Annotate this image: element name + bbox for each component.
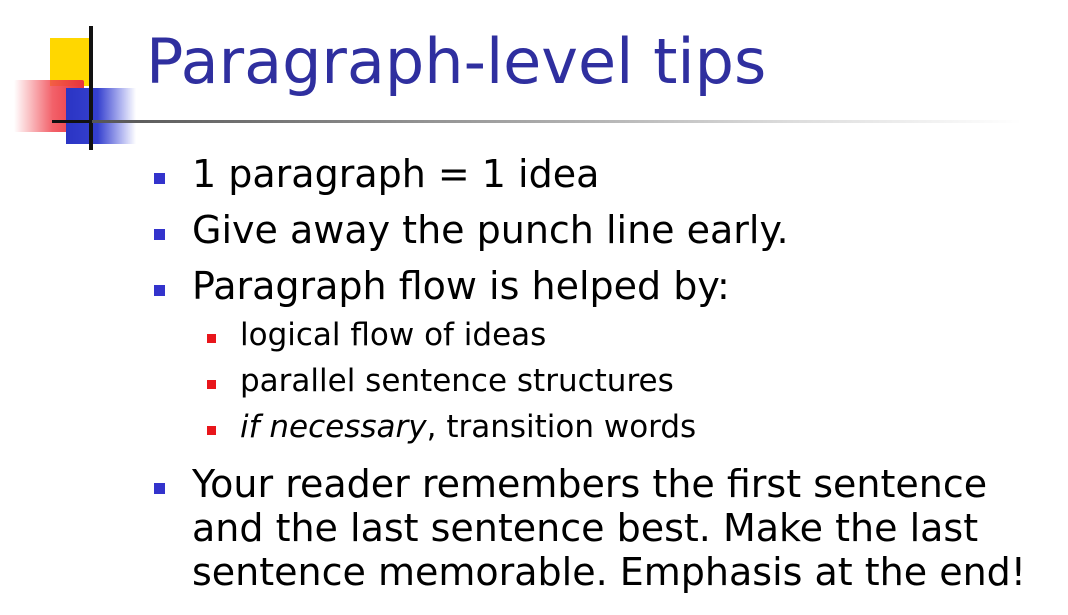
sub-bullet-text: logical flow of ideas <box>240 317 547 353</box>
bullet-square-icon <box>154 173 165 184</box>
bullet-item: Your reader remembers the first sentence… <box>152 462 1052 594</box>
logo-vertical-line <box>89 26 93 150</box>
sub-bullet-square-icon <box>207 380 216 389</box>
slide: Paragraph-level tips 1 paragraph = 1 ide… <box>0 0 1068 615</box>
title-underline <box>92 120 1022 123</box>
bullet-square-icon <box>154 483 165 494</box>
sub-bullet-italic-text: if necessary <box>240 409 427 445</box>
sub-bullet-item: if necessary, transition words <box>192 404 1052 450</box>
logo-yellow-square <box>50 38 92 86</box>
slide-title: Paragraph-level tips <box>146 25 767 98</box>
sub-bullet-square-icon <box>207 426 216 435</box>
bullet-text: 1 paragraph = 1 idea <box>192 152 600 196</box>
bullet-text-line: and the last sentence best. Make the las… <box>192 506 979 550</box>
sub-bullet-text: , transition words <box>426 409 697 445</box>
bullet-item: Paragraph flow is helped by: logical flo… <box>152 264 1052 450</box>
sub-bullet-list: logical flow of ideas parallel sentence … <box>192 312 1052 450</box>
sub-bullet-item: parallel sentence structures <box>192 358 1052 404</box>
bullet-list: 1 paragraph = 1 idea Give away the punch… <box>152 152 1052 606</box>
bullet-square-icon <box>154 229 165 240</box>
bullet-text-line: Your reader remembers the first sentence <box>192 462 988 506</box>
bullet-text: Paragraph flow is helped by: <box>192 264 730 308</box>
logo-blue-square <box>66 88 136 144</box>
bullet-item: Give away the punch line early. <box>152 208 1052 252</box>
sub-bullet-item: logical flow of ideas <box>192 312 1052 358</box>
bullet-text-line: sentence memorable. Emphasis at the end! <box>192 550 1027 594</box>
slide-logo-graphic <box>0 0 160 160</box>
sub-bullet-square-icon <box>207 334 216 343</box>
bullet-square-icon <box>154 285 165 296</box>
sub-bullet-text: parallel sentence structures <box>240 363 674 399</box>
bullet-item: 1 paragraph = 1 idea <box>152 152 1052 196</box>
bullet-text: Give away the punch line early. <box>192 208 789 252</box>
